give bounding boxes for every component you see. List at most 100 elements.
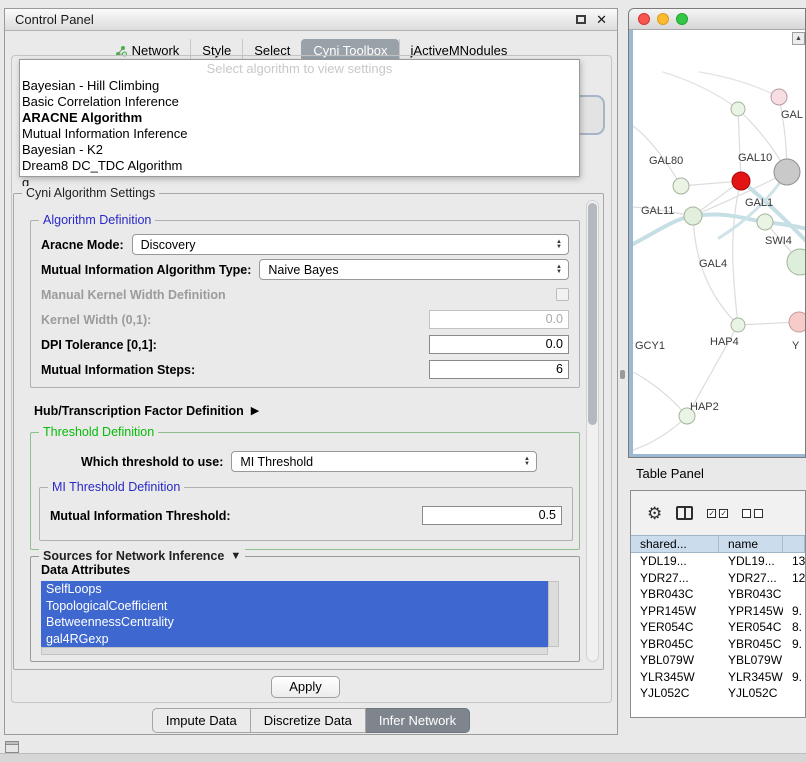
bottom-tab-impute-data[interactable]: Impute Data bbox=[152, 708, 251, 733]
sources-title-label: Sources for Network Inference bbox=[43, 549, 224, 563]
network-edge[interactable] bbox=[633, 416, 687, 450]
column-header[interactable]: name bbox=[719, 536, 783, 552]
network-node[interactable] bbox=[771, 89, 787, 105]
network-node[interactable] bbox=[673, 178, 689, 194]
table-cell: 9. bbox=[783, 636, 805, 653]
attribute-list-hscrollbar[interactable] bbox=[41, 647, 548, 655]
network-edge[interactable] bbox=[633, 372, 687, 416]
table-row[interactable]: YDR27...YDR27...12 bbox=[631, 570, 805, 587]
network-edge[interactable] bbox=[738, 109, 741, 181]
manual-kernel-row: Manual Kernel Width Definition bbox=[41, 282, 569, 307]
settings-scrollbar[interactable] bbox=[586, 200, 599, 662]
attribute-list: SelfLoopsTopologicalCoefficientBetweenne… bbox=[41, 581, 548, 647]
network-node-label: GAL4 bbox=[699, 258, 727, 270]
table-cell: YDR27... bbox=[719, 570, 783, 587]
checked-box-icon: ✓ bbox=[719, 509, 728, 518]
gear-icon[interactable]: ⚙ bbox=[647, 505, 662, 522]
table-row[interactable]: YPR145WYPR145W9. bbox=[631, 603, 805, 620]
network-node[interactable] bbox=[787, 249, 806, 275]
table-cell: YJL052C bbox=[719, 685, 783, 702]
table-row[interactable]: YBR045CYBR045C9. bbox=[631, 636, 805, 653]
table-cell: YBL079W bbox=[719, 652, 783, 669]
attribute-list-item[interactable]: BetweennessCentrality bbox=[41, 614, 548, 631]
attribute-list-item[interactable]: SelfLoops bbox=[41, 581, 548, 598]
network-node[interactable] bbox=[757, 214, 773, 230]
dpi-tolerance-field[interactable]: 0.0 bbox=[429, 335, 569, 354]
mi-threshold-field[interactable]: 0.5 bbox=[422, 506, 562, 525]
sources-group: Sources for Network Inference ▼ Data Att… bbox=[30, 556, 580, 662]
expanded-arrow-icon[interactable]: ▼ bbox=[230, 551, 241, 562]
bottom-tab-infer-network[interactable]: Infer Network bbox=[366, 708, 470, 733]
which-threshold-value: MI Threshold bbox=[240, 455, 521, 469]
table-row[interactable]: YER054CYER054C8. bbox=[631, 619, 805, 636]
table-row[interactable]: YJL052CYJL052C bbox=[631, 685, 805, 702]
close-window-icon[interactable] bbox=[638, 13, 650, 25]
table-row[interactable]: YBR043CYBR043C bbox=[631, 586, 805, 603]
algorithm-option[interactable]: ARACNE Algorithm bbox=[20, 110, 579, 126]
network-edge[interactable] bbox=[699, 72, 779, 97]
algorithm-option[interactable]: Basic Correlation Inference bbox=[20, 94, 579, 110]
mi-steps-field[interactable]: 6 bbox=[429, 360, 569, 379]
table-cell bbox=[783, 586, 805, 603]
show-columns-icon[interactable]: ✓✓ bbox=[707, 509, 728, 518]
network-canvas[interactable]: GALGAL80GAL10GAL11GAL1SWI4GAL4GCY1HAP4YH… bbox=[633, 30, 806, 454]
algorithm-placeholder-option[interactable]: Select algorithm to view settings bbox=[20, 60, 579, 78]
table-row[interactable]: YBL079WYBL079W bbox=[631, 652, 805, 669]
algorithm-option[interactable]: Mutual Information Inference bbox=[20, 126, 579, 142]
mi-threshold-label: Mutual Information Threshold: bbox=[50, 509, 231, 523]
hide-columns-icon[interactable] bbox=[742, 509, 763, 518]
minimized-panel-icon[interactable] bbox=[5, 741, 19, 753]
network-node[interactable] bbox=[684, 207, 702, 225]
table-cell: YDL19... bbox=[631, 553, 719, 570]
data-attributes-label: Data Attributes bbox=[41, 563, 130, 577]
bottom-tab-discretize-data[interactable]: Discretize Data bbox=[251, 708, 366, 733]
algorithm-popup: Select algorithm to view settings Bayesi… bbox=[19, 59, 580, 177]
table-cell: 13 bbox=[783, 553, 805, 570]
network-node[interactable] bbox=[731, 102, 745, 116]
close-panel-icon[interactable]: ✕ bbox=[596, 13, 607, 26]
settings-scrollbar-thumb[interactable] bbox=[588, 203, 597, 425]
table-cell: YER054C bbox=[631, 619, 719, 636]
dpi-tolerance-label: DPI Tolerance [0,1]: bbox=[41, 338, 157, 352]
table-cell: 9. bbox=[783, 603, 805, 620]
minimize-window-icon[interactable] bbox=[657, 13, 669, 25]
network-node[interactable] bbox=[732, 172, 750, 190]
network-edge[interactable] bbox=[733, 181, 741, 325]
column-header[interactable] bbox=[783, 536, 805, 552]
network-node[interactable] bbox=[774, 159, 800, 185]
sources-title[interactable]: Sources for Network Inference ▼ bbox=[39, 549, 245, 563]
which-threshold-select[interactable]: MI Threshold ▲ ▼ bbox=[231, 451, 537, 472]
attribute-list-item[interactable]: TopologicalCoefficient bbox=[41, 598, 548, 615]
columns-icon[interactable] bbox=[676, 506, 693, 520]
aracne-mode-select[interactable]: Discovery ▲ ▼ bbox=[132, 234, 569, 255]
algorithm-option[interactable]: Dream8 DC_TDC Algorithm bbox=[20, 158, 579, 174]
table-cell: YLR345W bbox=[719, 669, 783, 686]
network-node-label: Y bbox=[792, 340, 800, 352]
scrollbar-up-icon[interactable]: ▲ bbox=[792, 32, 805, 45]
table-row[interactable]: YLR345WYLR345W9. bbox=[631, 669, 805, 686]
hub-definition-toggle[interactable]: Hub/Transcription Factor Definition ▶ bbox=[34, 404, 259, 418]
attribute-list-item[interactable]: gal4RGexp bbox=[41, 631, 548, 648]
zoom-window-icon[interactable] bbox=[676, 13, 688, 25]
mi-type-select[interactable]: Naive Bayes ▲ ▼ bbox=[259, 259, 569, 280]
kernel-width-field[interactable]: 0.0 bbox=[429, 310, 569, 329]
table-cell: YJL052C bbox=[631, 685, 719, 702]
attribute-list-vscrollbar[interactable] bbox=[548, 581, 559, 647]
network-node-label: GAL10 bbox=[738, 152, 772, 164]
apply-button[interactable]: Apply bbox=[271, 676, 340, 698]
collapsed-arrow-icon[interactable]: ▶ bbox=[251, 406, 259, 417]
kernel-width-row: Kernel Width (0,1): 0.0 bbox=[41, 307, 569, 332]
manual-kernel-checkbox[interactable] bbox=[556, 288, 569, 301]
algorithm-option[interactable]: Bayesian - K2 bbox=[20, 142, 579, 158]
splitter-handle[interactable] bbox=[620, 370, 625, 379]
mi-steps-row: Mutual Information Steps: 6 bbox=[41, 357, 569, 382]
titlebar-buttons: ✕ bbox=[576, 13, 607, 26]
network-node[interactable] bbox=[731, 318, 745, 332]
table-cell: YDR27... bbox=[631, 570, 719, 587]
table-row[interactable]: YDL19...YDL19...13 bbox=[631, 553, 805, 570]
algorithm-option[interactable]: Bayesian - Hill Climbing bbox=[20, 78, 579, 94]
network-edge[interactable] bbox=[693, 216, 738, 325]
column-header[interactable]: shared... bbox=[631, 536, 719, 552]
network-node[interactable] bbox=[789, 312, 806, 332]
float-window-icon[interactable] bbox=[576, 15, 586, 24]
